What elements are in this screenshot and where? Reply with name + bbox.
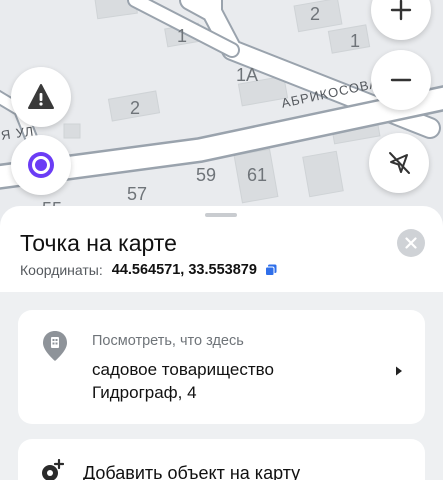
map-pin-building-icon <box>42 330 68 367</box>
my-location-button[interactable] <box>369 133 429 193</box>
close-button[interactable] <box>397 229 425 257</box>
add-object-label: Добавить объект на карту <box>83 463 301 480</box>
location-arrow-off-icon <box>389 152 410 174</box>
coordinates-value[interactable]: 44.564571, 33.553879 <box>112 262 257 278</box>
chevron-right-icon <box>395 363 403 381</box>
minus-icon <box>390 78 412 82</box>
add-object-button[interactable]: Добавить объект на карту <box>18 439 425 480</box>
place-name: садовое товарищество Гидрограф, 4 <box>92 358 382 404</box>
building-number: 1А <box>236 65 259 85</box>
building-number: 59 <box>196 165 217 185</box>
zoom-out-button[interactable] <box>371 50 431 110</box>
map-view[interactable]: 2 1 1 1А 2 59 61 57 55 АБРИКОСОВАЯ Я УЛ <box>0 0 443 230</box>
coordinates-row: Координаты: 44.564571, 33.553879 <box>20 262 277 278</box>
building-number: 1 <box>350 31 361 51</box>
bottom-sheet: Точка на карте Координаты: 44.564571, 33… <box>0 206 443 480</box>
place-name-line2: Гидрограф, 4 <box>92 383 197 402</box>
alice-button[interactable] <box>11 135 71 195</box>
building-number: 57 <box>127 184 148 204</box>
building-number: 61 <box>247 165 268 185</box>
building-number: 2 <box>310 4 321 24</box>
whats-here-subtitle: Посмотреть, что здесь <box>92 333 244 349</box>
building-number: 2 <box>130 98 141 118</box>
copy-icon[interactable] <box>264 264 277 276</box>
warning-triangle-icon <box>28 84 54 109</box>
map-canvas <box>0 0 443 204</box>
building-number: 1 <box>177 26 188 46</box>
place-name-line1: садовое товарищество <box>92 360 274 379</box>
add-location-icon <box>40 458 65 480</box>
whats-here-card[interactable]: Посмотреть, что здесь садовое товарищест… <box>18 310 425 424</box>
close-icon <box>405 237 417 249</box>
alice-voice-assistant-icon <box>28 152 54 178</box>
traffic-button[interactable] <box>11 67 71 127</box>
sheet-header: Точка на карте Координаты: 44.564571, 33… <box>0 206 443 292</box>
building-shape <box>63 123 81 139</box>
coordinates-label: Координаты: <box>20 262 103 278</box>
plus-icon <box>390 0 412 21</box>
sheet-title: Точка на карте <box>20 230 177 256</box>
building-shape <box>302 150 344 198</box>
drag-handle[interactable] <box>205 213 237 217</box>
building-shape <box>327 24 371 54</box>
